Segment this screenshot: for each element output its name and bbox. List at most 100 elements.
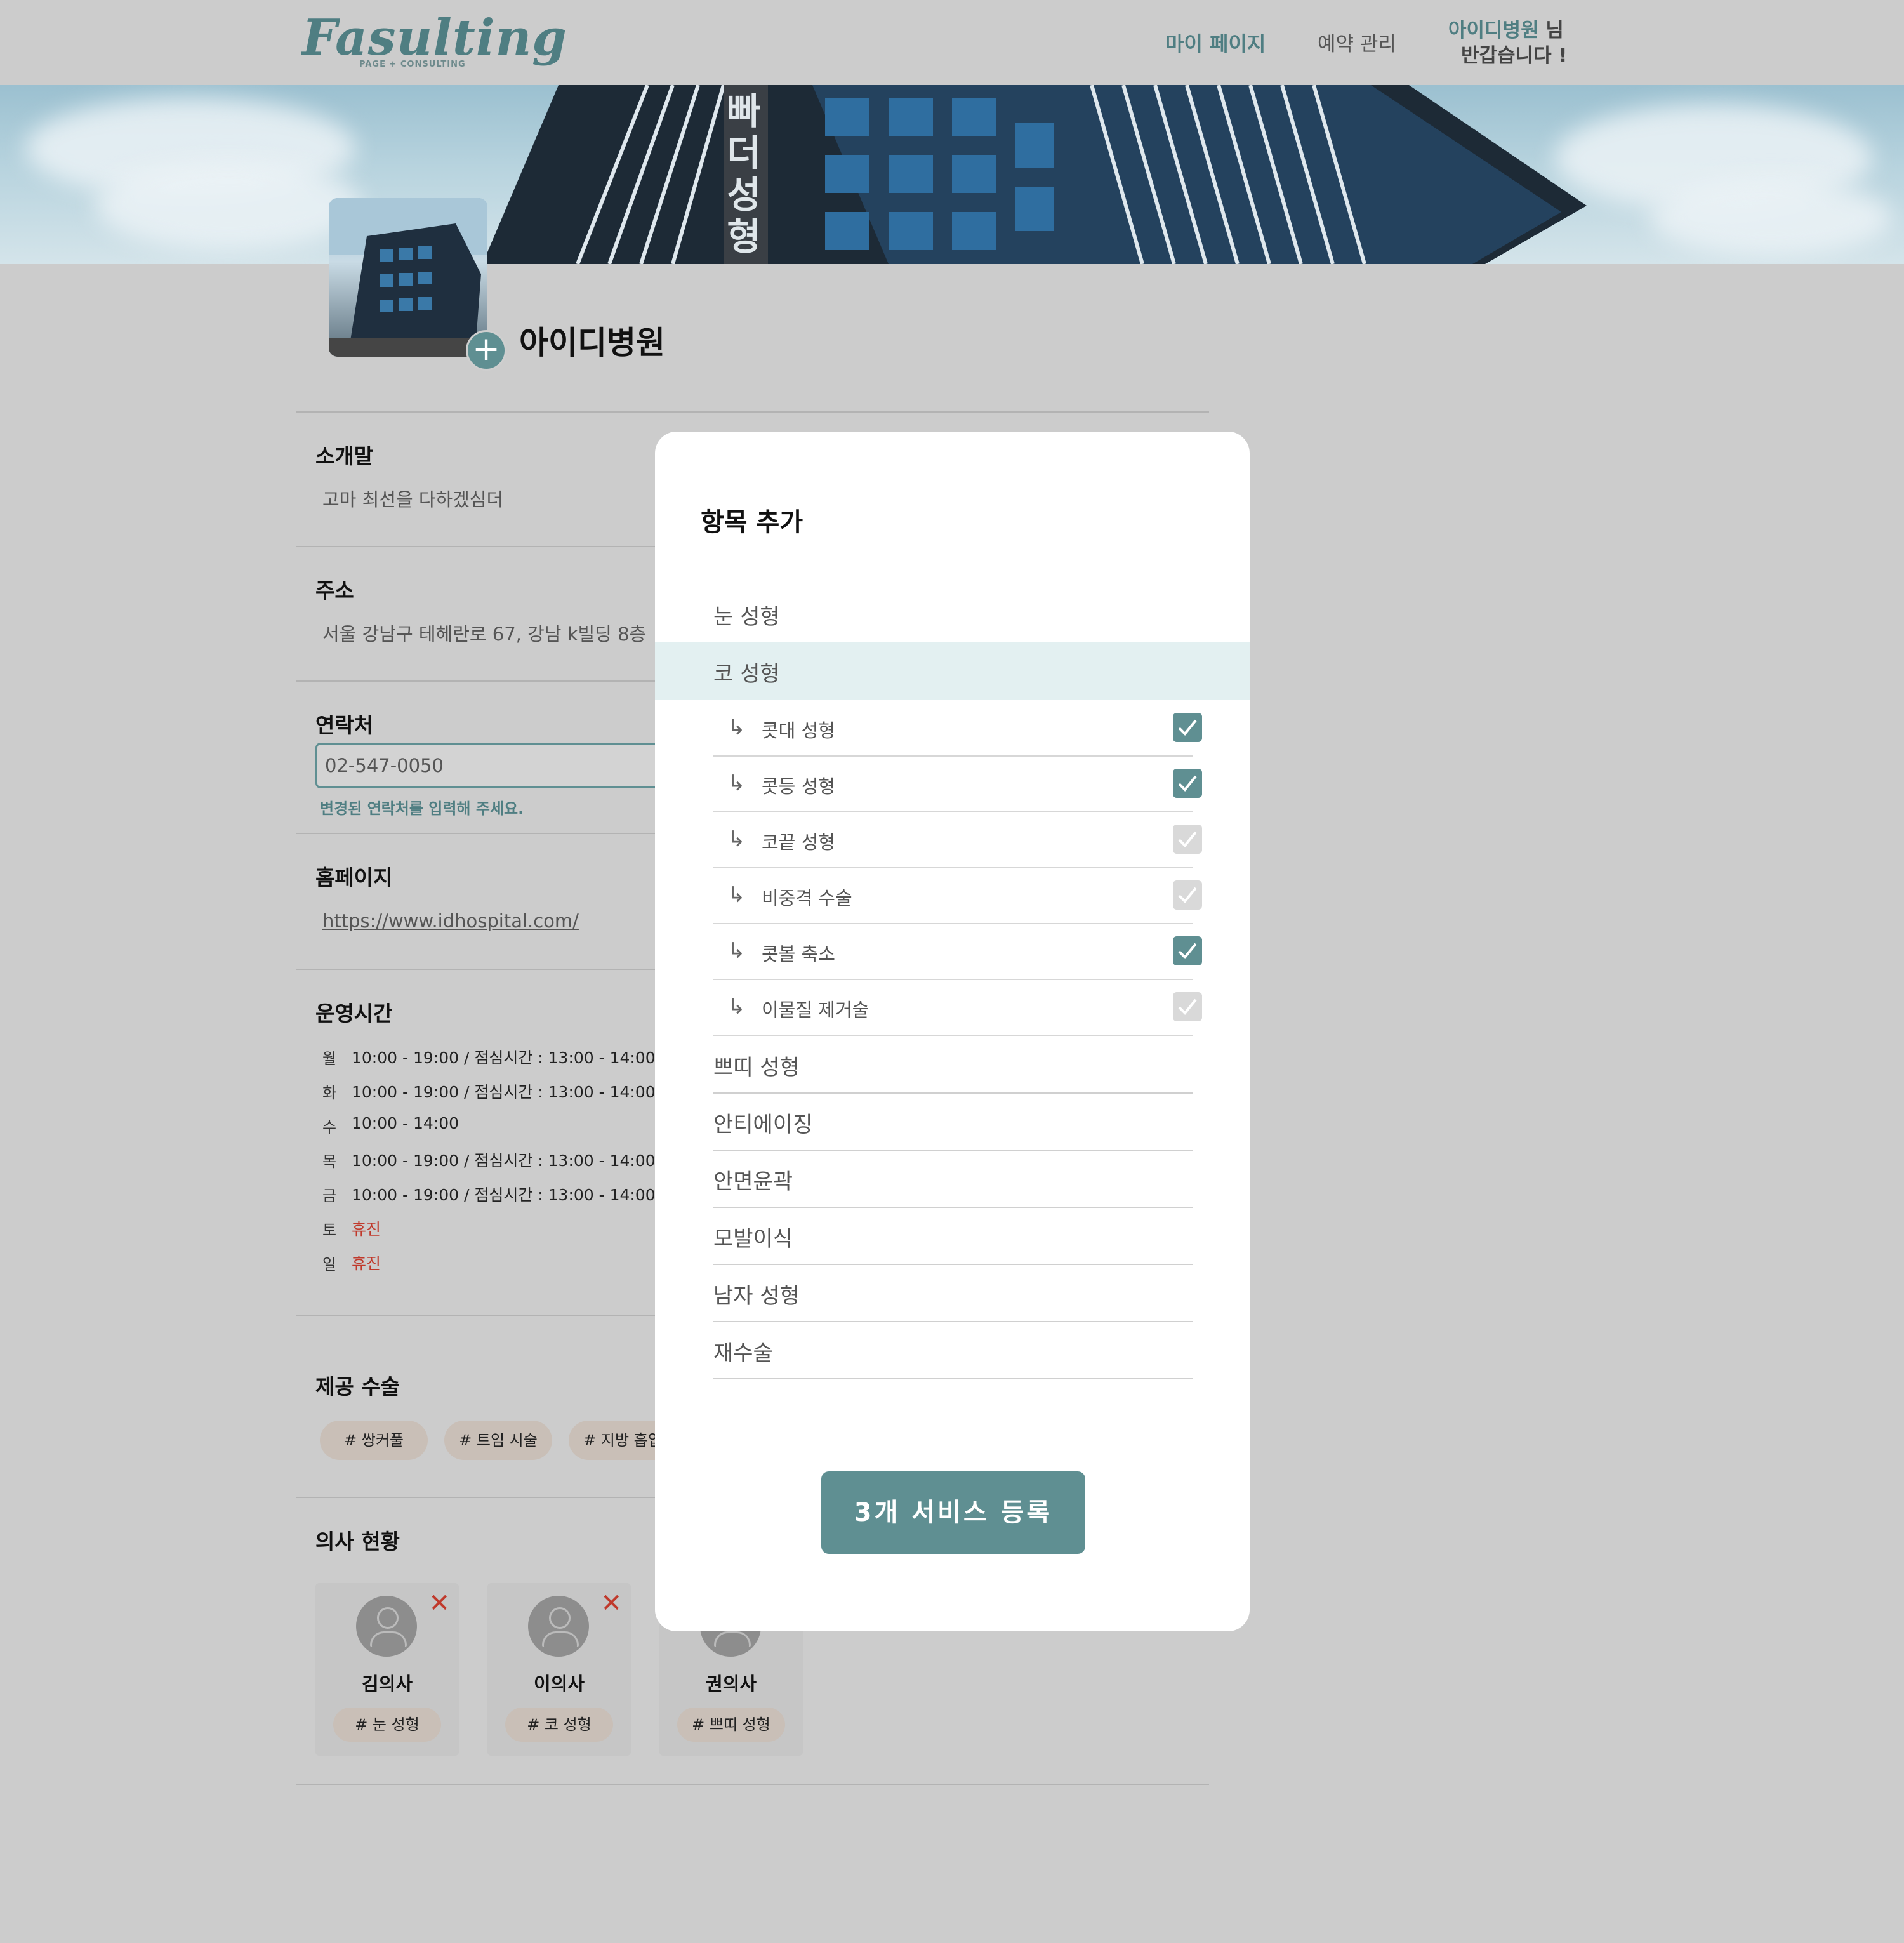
category-petit[interactable]: 쁘띠 성형 <box>713 1036 1193 1094</box>
check-icon[interactable] <box>1173 936 1202 965</box>
return-arrow-icon: ↳ <box>727 938 746 964</box>
category-label: 남자 성형 <box>713 1283 800 1309</box>
hospital-name: 아이디병원 <box>519 324 665 361</box>
category-label: 안티에이징 <box>713 1112 813 1137</box>
hours-closed: 휴진 <box>352 1254 381 1273</box>
top-header <box>0 0 1904 85</box>
logo-tagline: PAGE + CONSULTING <box>359 60 466 69</box>
category-label: 모발이식 <box>713 1226 793 1252</box>
service-tag[interactable]: # 트임 시술 <box>444 1421 552 1460</box>
modal-title: 항목 추가 <box>701 508 803 537</box>
register-services-button[interactable]: 3개 서비스 등록 <box>821 1471 1085 1554</box>
category-revision[interactable]: 재수술 <box>713 1322 1193 1379</box>
hours-text: 10:00 - 19:00 / 점심시간 : 13:00 - 14:00 <box>352 1186 656 1204</box>
divider <box>296 1784 1209 1785</box>
site-logo[interactable]: Fasulting <box>302 9 567 67</box>
subitem-label: 콧등 성형 <box>762 776 835 797</box>
homepage-link[interactable]: https://www.idhospital.com/ <box>322 910 579 932</box>
plus-icon[interactable]: + <box>466 330 506 371</box>
homepage-title: 홈페이지 <box>315 865 393 890</box>
nav-my-page[interactable]: 마이 페이지 <box>1165 28 1266 57</box>
doctor-name: 권의사 <box>705 1673 757 1695</box>
cover-banner: 빠더성형 <box>0 85 1904 264</box>
contact-title: 연락처 <box>315 713 374 738</box>
user-icon <box>356 1596 417 1657</box>
close-icon[interactable]: ✕ <box>600 1591 622 1616</box>
hospital-profile-photo[interactable] <box>329 198 487 357</box>
return-arrow-icon: ↳ <box>727 882 746 908</box>
hours-day: 일 <box>322 1256 337 1273</box>
divider <box>296 411 1209 413</box>
greeting-line-2: 반갑습니다 ! <box>1461 44 1568 67</box>
intro-text: 고마 최선을 다하겠심더 <box>322 489 504 510</box>
subitem-row[interactable]: ↳ 비중격 수술 <box>713 867 1202 924</box>
address-text: 서울 강남구 테헤란로 67, 강남 k빌딩 8층 <box>322 623 647 645</box>
check-icon[interactable] <box>1173 769 1202 798</box>
contact-input[interactable]: 02-547-0050 <box>315 743 709 788</box>
doctor-card[interactable]: ✕ 김의사 # 눈 성형 <box>315 1583 459 1756</box>
category-label: 눈 성형 <box>713 604 780 630</box>
subitem-row[interactable]: ↳ 콧볼 축소 <box>713 923 1202 980</box>
check-icon[interactable] <box>1173 992 1202 1021</box>
subitem-row[interactable]: ↳ 콧대 성형 <box>713 700 1202 757</box>
category-label: 코 성형 <box>713 661 780 687</box>
subitem-label: 비중격 수술 <box>762 887 852 909</box>
category-label: 재수술 <box>713 1341 773 1366</box>
check-icon[interactable] <box>1173 825 1202 854</box>
category-men[interactable]: 남자 성형 <box>713 1264 1193 1322</box>
subitem-label: 이물질 제거술 <box>762 999 869 1021</box>
hours-day: 수 <box>322 1118 337 1136</box>
subitem-label: 콧대 성형 <box>762 720 835 741</box>
return-arrow-icon: ↳ <box>727 994 746 1019</box>
category-facial-contour[interactable]: 안면윤곽 <box>713 1150 1193 1208</box>
hours-day: 월 <box>322 1050 337 1068</box>
return-arrow-icon: ↳ <box>727 715 746 740</box>
subitem-row[interactable]: ↳ 코끝 성형 <box>713 811 1202 868</box>
nav-reservation[interactable]: 예약 관리 <box>1318 28 1396 56</box>
services-title: 제공 수술 <box>315 1374 400 1399</box>
hours-day: 금 <box>322 1187 337 1205</box>
service-tag[interactable]: # 쌍커풀 <box>320 1421 428 1460</box>
doctor-name: 이의사 <box>533 1673 585 1695</box>
hours-day: 토 <box>322 1221 337 1239</box>
address-title: 주소 <box>315 578 354 603</box>
category-label: 쁘띠 성형 <box>713 1055 800 1080</box>
subitem-label: 코끝 성형 <box>762 832 835 853</box>
hours-day: 목 <box>322 1153 337 1170</box>
subitem-label: 콧볼 축소 <box>762 943 835 965</box>
check-icon[interactable] <box>1173 880 1202 910</box>
close-icon[interactable]: ✕ <box>428 1591 450 1616</box>
subitem-row[interactable]: ↳ 콧등 성형 <box>713 755 1202 812</box>
category-eye[interactable]: 눈 성형 <box>713 585 1193 642</box>
return-arrow-icon: ↳ <box>727 826 746 852</box>
intro-title: 소개말 <box>315 444 374 468</box>
hours-text: 10:00 - 19:00 / 점심시간 : 13:00 - 14:00 <box>352 1049 656 1067</box>
hours-text: 10:00 - 14:00 <box>352 1114 459 1132</box>
hours-text: 10:00 - 19:00 / 점심시간 : 13:00 - 14:00 <box>352 1083 656 1101</box>
doctors-title: 의사 현황 <box>315 1529 400 1554</box>
doctor-specialty-tag: # 눈 성형 <box>333 1708 441 1742</box>
greeting-line-1: 아이디병원 님 <box>1448 14 1564 43</box>
building-sign-text: 빠더성형 <box>727 90 761 258</box>
hours-title: 운영시간 <box>315 1001 393 1026</box>
category-nose[interactable]: 코 성형 <box>713 642 1193 699</box>
category-antiaging[interactable]: 안티에이징 <box>713 1093 1193 1151</box>
contact-helper-text: 변경된 연락처를 입력해 주세요. <box>320 800 524 818</box>
doctor-specialty-tag: # 쁘띠 성형 <box>677 1708 785 1742</box>
category-label: 안면윤곽 <box>713 1169 793 1195</box>
check-icon[interactable] <box>1173 713 1202 742</box>
greeting-username: 아이디병원 <box>1448 19 1539 42</box>
hours-day: 화 <box>322 1084 337 1102</box>
building-image <box>482 85 1587 264</box>
doctor-specialty-tag: # 코 성형 <box>505 1708 613 1742</box>
user-icon <box>528 1596 589 1657</box>
hours-closed: 휴진 <box>352 1220 381 1238</box>
return-arrow-icon: ↳ <box>727 771 746 796</box>
doctor-card[interactable]: ✕ 이의사 # 코 성형 <box>487 1583 631 1756</box>
doctor-name: 김의사 <box>361 1673 413 1695</box>
greeting-suffix: 님 <box>1538 19 1564 42</box>
add-item-modal: 항목 추가 눈 성형 코 성형 ↳ 콧대 성형 ↳ 콧등 성형 ↳ 코끝 성형 … <box>655 432 1250 1631</box>
hours-text: 10:00 - 19:00 / 점심시간 : 13:00 - 14:00 <box>352 1151 656 1170</box>
subitem-row[interactable]: ↳ 이물질 제거술 <box>713 979 1202 1036</box>
category-hair-transplant[interactable]: 모발이식 <box>713 1207 1193 1265</box>
